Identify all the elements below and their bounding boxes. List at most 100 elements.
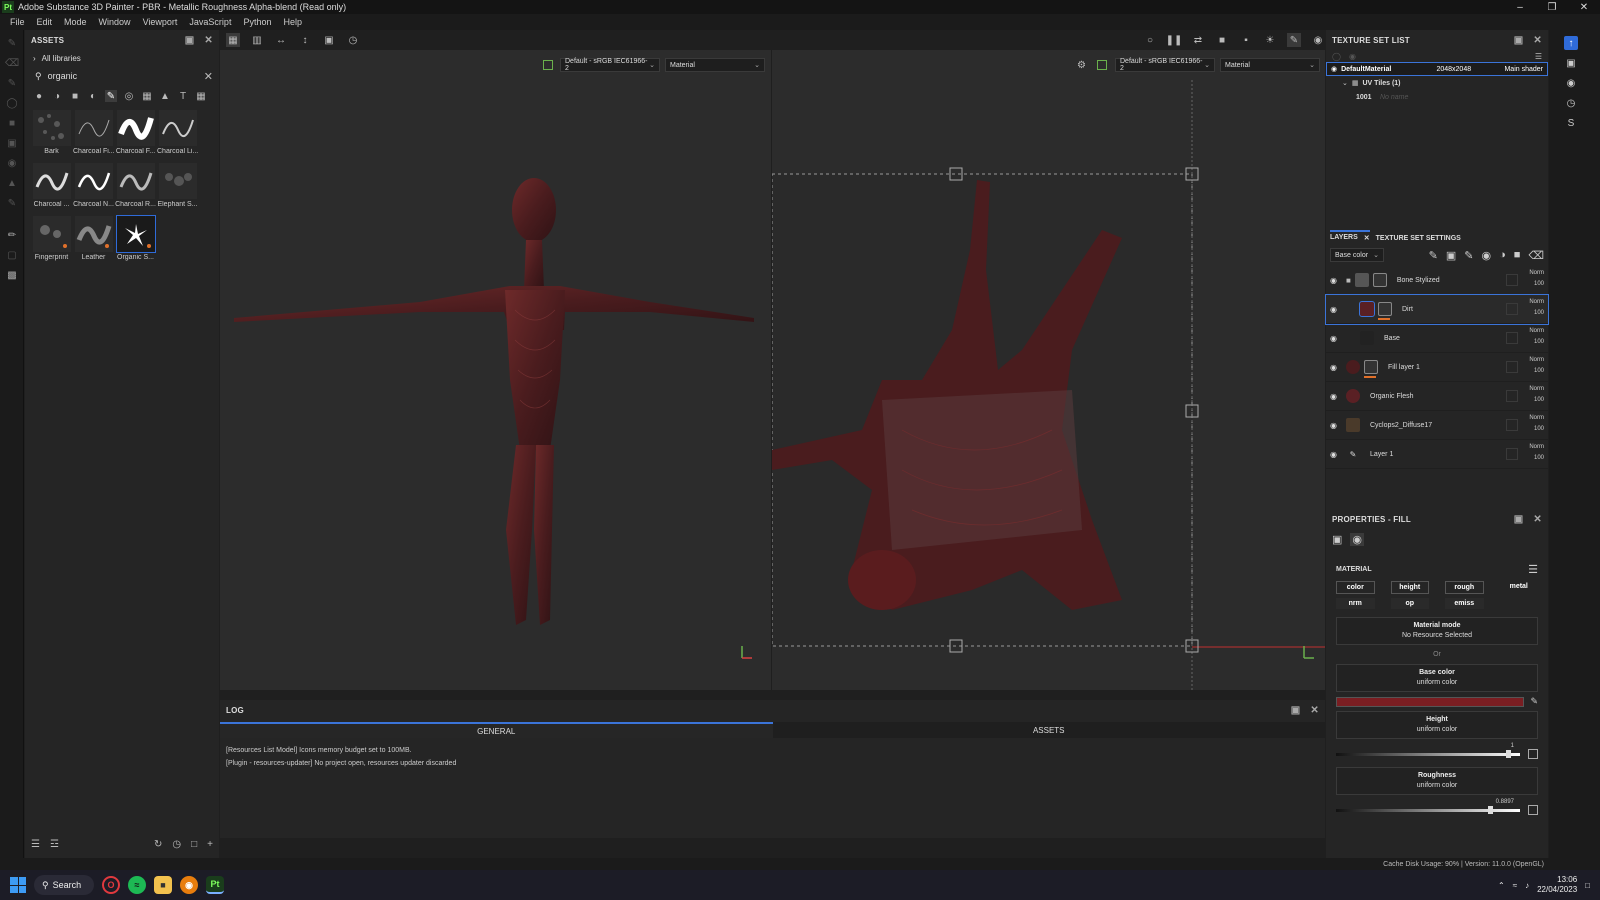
- add-smart-material-icon[interactable]: ◑: [1499, 249, 1506, 261]
- filter-masks-icon[interactable]: ■: [69, 90, 81, 102]
- add-folder-icon[interactable]: ■: [1514, 249, 1521, 261]
- menu-javascript[interactable]: JavaScript: [183, 17, 237, 27]
- close-panel-icon[interactable]: ✕: [1310, 705, 1319, 716]
- roughness-slider[interactable]: [1336, 805, 1538, 815]
- asset-thumb[interactable]: Leather: [73, 216, 114, 263]
- channel-select[interactable]: Base color ⌄: [1330, 248, 1384, 262]
- close-panel-icon[interactable]: ✕: [1533, 35, 1542, 46]
- tree-view-icon[interactable]: ☲: [50, 839, 59, 850]
- filter-materials-icon[interactable]: ●: [33, 90, 45, 102]
- history-icon[interactable]: ◷: [346, 33, 360, 47]
- taskbar-search[interactable]: ⚲ Search: [34, 875, 94, 895]
- menu-file[interactable]: File: [4, 17, 31, 27]
- base-color-slot[interactable]: Base color uniform color: [1336, 664, 1538, 692]
- add-effect-icon[interactable]: ✎: [1429, 249, 1438, 262]
- asset-thumb[interactable]: Charcoal Li...: [157, 110, 198, 157]
- menu-edit[interactable]: Edit: [31, 17, 59, 27]
- link-icon[interactable]: ◯: [1332, 52, 1341, 61]
- frame-icon[interactable]: ▣: [322, 33, 336, 47]
- asset-thumb[interactable]: Charcoal R...: [115, 163, 156, 210]
- opacity-value[interactable]: 100: [1534, 339, 1544, 345]
- opera-icon[interactable]: O: [102, 876, 120, 894]
- layer-row[interactable]: ◉ ✎ Layer 1 Norm 100: [1326, 440, 1548, 469]
- visibility-eye-icon[interactable]: ◉: [1330, 392, 1342, 401]
- measure-icon[interactable]: ▢: [5, 248, 19, 262]
- save-icon[interactable]: ▩: [5, 268, 19, 282]
- refresh-icon[interactable]: ↻: [154, 839, 162, 850]
- spotify-icon[interactable]: ≈: [128, 876, 146, 894]
- asset-thumb[interactable]: Charcoal N...: [73, 163, 114, 210]
- roughness-slot[interactable]: Roughness uniform color: [1336, 767, 1538, 795]
- eye-icon[interactable]: ◉: [1331, 65, 1337, 73]
- layer-row-selected[interactable]: ◉ Dirt Norm 100: [1325, 294, 1549, 325]
- grid-view-icon[interactable]: ▦: [195, 90, 207, 102]
- base-color-swatch[interactable]: [1336, 696, 1525, 707]
- uv-tiles-row[interactable]: ⌄ ▦ UV Tiles (1): [1326, 76, 1548, 90]
- menu-python[interactable]: Python: [237, 17, 277, 27]
- undock-icon[interactable]: ▣: [1514, 514, 1524, 525]
- height-slot[interactable]: Height uniform color: [1336, 711, 1538, 739]
- channel-color-toggle[interactable]: color: [1336, 581, 1375, 594]
- opacity-value[interactable]: 100: [1534, 368, 1544, 374]
- filter-alphas-icon[interactable]: ▦: [141, 90, 153, 102]
- search-input[interactable]: organic: [48, 71, 78, 81]
- layer-row[interactable]: ◉ ■ Bone Stylized Norm 100: [1326, 266, 1548, 295]
- file-explorer-icon[interactable]: ■: [154, 876, 172, 894]
- height-slider[interactable]: [1336, 749, 1538, 759]
- visibility-eye-icon[interactable]: ◉: [1330, 450, 1342, 459]
- blend-mode[interactable]: Norm: [1529, 444, 1544, 450]
- viewport-3d[interactable]: Default - sRGB IEC61966-2 ⌄ Material ⌄: [220, 50, 771, 690]
- tab-texture-set-settings[interactable]: TEXTURE SET SETTINGS: [1376, 233, 1461, 244]
- single-view-icon[interactable]: ▦: [226, 33, 240, 47]
- tab-assets[interactable]: ASSETS: [772, 722, 1325, 738]
- bake-icon[interactable]: ✎: [5, 196, 19, 210]
- menu-icon[interactable]: ☰: [1528, 563, 1538, 576]
- list-view-icon[interactable]: ☰: [31, 839, 40, 850]
- layer-row[interactable]: ◉ Fill layer 1 Norm 100: [1326, 353, 1548, 382]
- wifi-icon[interactable]: ≈: [1513, 881, 1517, 890]
- channel-metal-toggle[interactable]: metal: [1500, 581, 1539, 594]
- asset-thumb-selected[interactable]: Organic S...: [115, 215, 156, 263]
- slider-handle[interactable]: [1488, 806, 1493, 814]
- menu-viewport[interactable]: Viewport: [137, 17, 184, 27]
- share-icon[interactable]: ↑: [1564, 36, 1578, 50]
- blend-mode[interactable]: Norm: [1529, 386, 1544, 392]
- uv-tile-row[interactable]: 1001 No name: [1326, 90, 1548, 104]
- channel-rough-toggle[interactable]: rough: [1445, 581, 1484, 594]
- filter-textures-icon[interactable]: ◐: [87, 90, 99, 102]
- cube-icon[interactable]: ■: [1215, 33, 1229, 47]
- paint-brush-icon[interactable]: ✎: [5, 36, 19, 50]
- channel-height-toggle[interactable]: height: [1390, 581, 1429, 594]
- clear-search-icon[interactable]: ✕: [204, 70, 213, 83]
- visibility-eye-icon[interactable]: ◉: [1330, 363, 1342, 372]
- eyedropper-icon[interactable]: ✎: [1530, 696, 1538, 707]
- blend-mode[interactable]: Norm: [1529, 299, 1544, 305]
- texture-set-row[interactable]: ◉ DefaultMaterial 2048x2048 Main shader: [1326, 62, 1548, 76]
- asset-thumb[interactable]: Bark: [31, 110, 72, 157]
- polygon-fill-icon[interactable]: ▲: [5, 176, 19, 190]
- filter-brushes-icon[interactable]: ✎: [105, 90, 117, 102]
- layer-row[interactable]: ◉ Organic Flesh Norm 100: [1326, 382, 1548, 411]
- asset-thumb[interactable]: Fingerprint: [31, 216, 72, 263]
- asset-thumb[interactable]: Charcoal F...: [115, 110, 156, 157]
- tab-general[interactable]: GENERAL: [220, 722, 773, 738]
- opacity-value[interactable]: 100: [1534, 397, 1544, 403]
- delete-icon[interactable]: ⌫: [1528, 249, 1544, 262]
- texture-set-icon[interactable]: ▣: [1564, 56, 1578, 70]
- visibility-eye-icon[interactable]: ◉: [1330, 276, 1342, 285]
- filter-environments-icon[interactable]: ▲: [159, 90, 171, 102]
- history-icon[interactable]: ◷: [172, 839, 181, 850]
- add-paint-layer-icon[interactable]: ✎: [1464, 249, 1473, 262]
- opacity-value[interactable]: 100: [1534, 281, 1544, 287]
- close-panel-icon[interactable]: ✕: [204, 35, 213, 46]
- close-panel-icon[interactable]: ✕: [1533, 514, 1542, 525]
- library-selector[interactable]: › All libraries: [25, 50, 219, 66]
- clock[interactable]: 13:06 22/04/2023: [1537, 875, 1577, 895]
- mirror-icon[interactable]: ⇄: [1191, 33, 1205, 47]
- link-resource-icon[interactable]: [1528, 749, 1538, 759]
- history-icon[interactable]: ◷: [1564, 96, 1578, 110]
- maximize-button[interactable]: ❐: [1536, 0, 1568, 14]
- filter-fonts-icon[interactable]: T: [177, 90, 189, 102]
- menu-help[interactable]: Help: [277, 17, 308, 27]
- layer-row[interactable]: ◉ Cyclops2_Diffuse17 Norm 100: [1326, 411, 1548, 440]
